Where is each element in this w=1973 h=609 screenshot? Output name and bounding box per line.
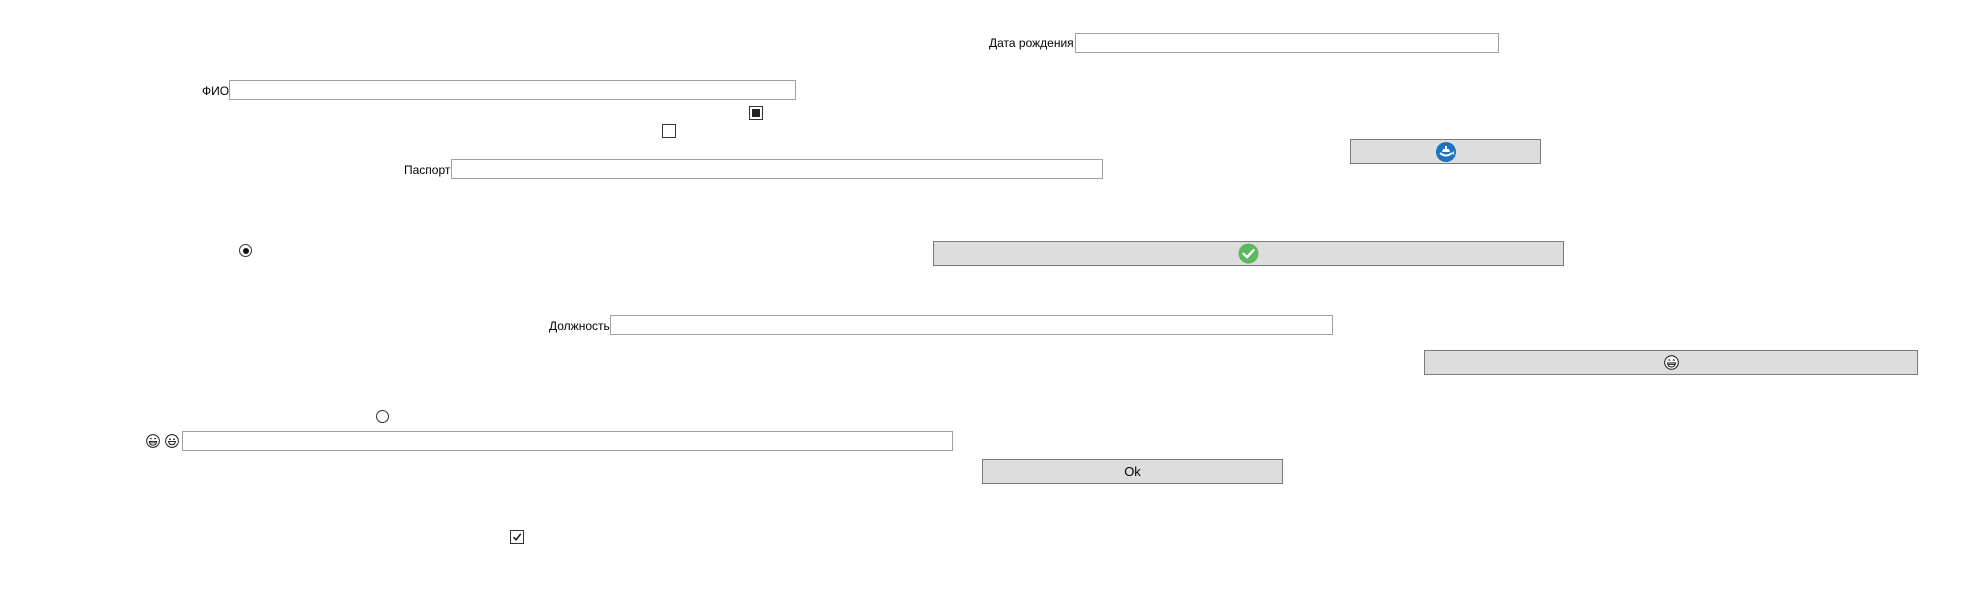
passport-field[interactable] <box>451 159 1103 179</box>
ok-button[interactable]: Ok <box>982 459 1283 484</box>
confirm-icon-button[interactable] <box>933 241 1564 266</box>
emoji-button[interactable] <box>1424 350 1918 375</box>
passport-label: Паспорт <box>404 163 451 177</box>
checkbox-indeterminate[interactable] <box>749 106 763 120</box>
position-label: Должность <box>549 319 610 333</box>
full-name-field[interactable] <box>229 80 796 100</box>
position-field[interactable] <box>610 315 1333 335</box>
birth-date-field[interactable] <box>1075 33 1499 53</box>
grin-emoji-icon <box>146 434 160 448</box>
radio-unselected[interactable] <box>376 410 389 423</box>
checkbox-unchecked[interactable] <box>662 124 676 138</box>
refresh-icon-button[interactable] <box>1350 139 1541 164</box>
emoji-field[interactable] <box>182 431 953 451</box>
birth-date-label: Дата рождения <box>989 36 1074 50</box>
checkbox-checked[interactable] <box>510 530 524 544</box>
ship-refresh-icon <box>1435 141 1456 162</box>
check-circle-icon <box>1238 243 1259 264</box>
grin-emoji-icon <box>1663 355 1679 370</box>
radio-selected[interactable] <box>239 244 252 257</box>
grinning-emoji-icon <box>165 434 179 448</box>
check-icon <box>512 533 522 541</box>
full-name-label: ФИО <box>202 84 230 98</box>
